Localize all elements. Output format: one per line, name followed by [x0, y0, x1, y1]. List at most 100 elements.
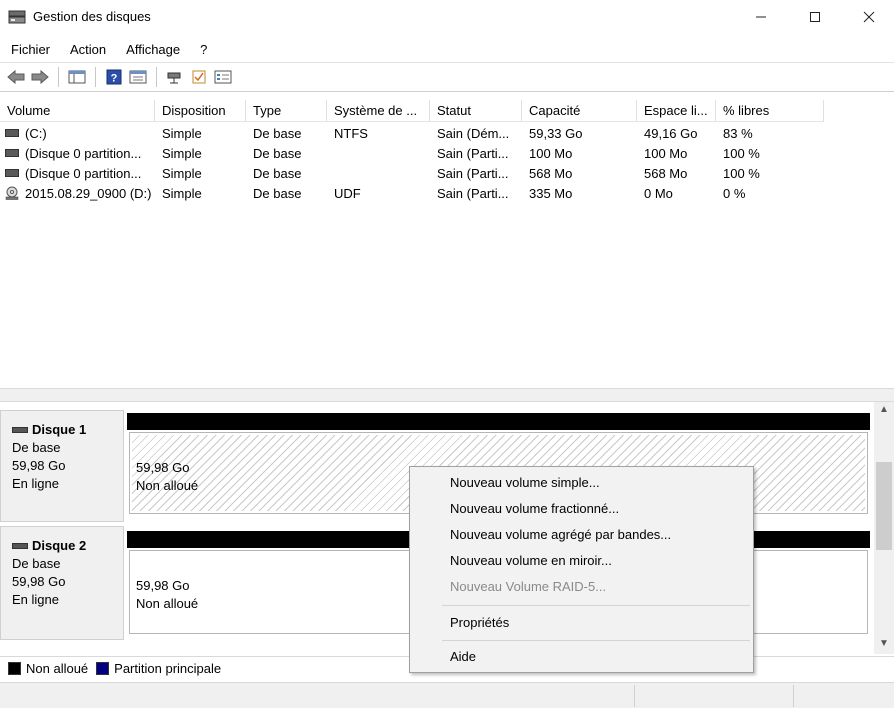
close-button[interactable]: [846, 0, 892, 34]
legend-label-primary: Partition principale: [114, 661, 222, 676]
connect-icon: [167, 72, 180, 84]
disk-map-scrollbar[interactable]: ▲ ▼: [874, 402, 894, 654]
properties-button[interactable]: [126, 66, 149, 88]
disk-1-size: 59,98 Go: [12, 458, 66, 473]
ctx-new-simple-volume[interactable]: Nouveau volume simple...: [450, 472, 600, 494]
ctx-help[interactable]: Aide: [450, 646, 476, 668]
volume-name: (Disque 0 partition...: [25, 145, 142, 161]
minimize-button[interactable]: [738, 0, 784, 34]
status-cell: Sain (Dém...: [437, 125, 510, 141]
settings-list-button[interactable]: [211, 66, 234, 88]
disk-2-size: 59,98 Go: [12, 574, 66, 589]
disk-1-label[interactable]: Disque 1 De base 59,98 Go En ligne: [0, 410, 124, 522]
forward-arrow-icon: [31, 69, 49, 85]
legend-label-unallocated: Non alloué: [26, 661, 89, 676]
forward-button[interactable]: [28, 66, 51, 88]
volume-cell: (Disque 0 partition...: [0, 146, 155, 161]
menu-help[interactable]: ?: [190, 38, 217, 60]
ctx-properties[interactable]: Propriétés: [450, 612, 509, 634]
type-cell: De base: [253, 165, 302, 181]
scroll-thumb[interactable]: [876, 462, 892, 550]
disk-1-name: Disque 1: [32, 422, 87, 437]
menu-bar: Fichier Action Affichage ?: [0, 38, 217, 60]
capacity-cell: 59,33 Go: [529, 125, 583, 141]
toolbar-separator: [95, 67, 96, 87]
back-arrow-icon: [6, 69, 24, 85]
scroll-up-button[interactable]: ▲: [874, 404, 894, 420]
check-icon: [192, 70, 205, 84]
status-divider: [793, 685, 794, 707]
status-bar: [0, 682, 894, 708]
disk-1-unallocated-bar: [127, 413, 870, 430]
disk-2-label[interactable]: Disque 2 De base 59,98 Go En ligne: [0, 526, 124, 640]
table-row[interactable]: (Disque 0 partition... Simple De base Sa…: [0, 143, 824, 163]
table-row[interactable]: (Disque 0 partition... Simple De base Sa…: [0, 163, 824, 183]
maximize-icon: [810, 12, 820, 22]
filesystem-cell: UDF: [334, 185, 361, 201]
svg-text:?: ?: [110, 73, 117, 85]
column-header-filesystem[interactable]: Système de ...: [327, 100, 430, 122]
legend-swatch-primary: [96, 662, 110, 675]
percent-free-cell: 100 %: [723, 145, 760, 161]
column-header-disposition[interactable]: Disposition: [155, 100, 246, 122]
status-cell: Sain (Parti...: [437, 185, 509, 201]
disk-2-kind: De base: [12, 556, 61, 571]
help-button[interactable]: ?: [102, 66, 125, 88]
ctx-new-raid5-volume: Nouveau Volume RAID-5...: [450, 579, 607, 594]
check-button[interactable]: [187, 66, 210, 88]
volume-list-header: Volume Disposition Type Système de ... S…: [0, 100, 824, 122]
column-header-status[interactable]: Statut: [430, 100, 522, 122]
table-row[interactable]: (C:) Simple De base NTFS Sain (Dém... 59…: [0, 123, 824, 143]
volume-name: (C:): [25, 125, 47, 141]
disk-2-title: Disque 2: [12, 537, 123, 555]
connect-button[interactable]: [163, 66, 186, 88]
back-button[interactable]: [4, 66, 27, 88]
type-cell: De base: [253, 125, 302, 141]
cd-drive-icon: [5, 186, 19, 200]
close-icon: [863, 11, 875, 23]
capacity-cell: 568 Mo: [529, 165, 573, 181]
menu-action[interactable]: Action: [60, 38, 116, 60]
ctx-new-mirrored-volume[interactable]: Nouveau volume en miroir...: [450, 550, 612, 572]
disk-2-state: En ligne: [12, 592, 59, 607]
percent-free-cell: 83 %: [723, 125, 753, 141]
volume-list-rows: (C:) Simple De base NTFS Sain (Dém... 59…: [0, 123, 824, 203]
status-cell: Sain (Parti...: [437, 145, 509, 161]
free-space-cell: 0 Mo: [644, 185, 673, 201]
title-bar: Gestion des disques: [0, 0, 894, 34]
toolbar-separator: [58, 67, 59, 87]
legend-swatch-unallocated: [8, 662, 21, 675]
menu-fichier[interactable]: Fichier: [0, 38, 60, 60]
disk-1-state: En ligne: [12, 476, 59, 491]
column-header-free-space[interactable]: Espace li...: [637, 100, 716, 122]
menu-affichage[interactable]: Affichage: [116, 38, 190, 60]
capacity-cell: 100 Mo: [529, 145, 573, 161]
maximize-button[interactable]: [792, 0, 838, 34]
legend-unallocated: Non alloué: [8, 661, 88, 676]
table-row[interactable]: 2015.08.29_0900 (D:) Simple De base UDF …: [0, 183, 824, 203]
column-header-capacity[interactable]: Capacité: [522, 100, 637, 122]
ctx-separator: [442, 605, 750, 606]
volume-name: 2015.08.29_0900 (D:): [25, 185, 152, 201]
status-cell: Sain (Parti...: [437, 165, 509, 181]
volume-cell: (Disque 0 partition...: [0, 166, 155, 181]
type-cell: De base: [253, 145, 302, 161]
minimize-icon: [756, 16, 766, 18]
scroll-down-button[interactable]: ▼: [874, 638, 894, 654]
disposition-cell: Simple: [162, 145, 202, 161]
percent-free-cell: 100 %: [723, 165, 760, 181]
column-header-percent-free[interactable]: % libres: [716, 100, 824, 122]
free-space-cell: 49,16 Go: [644, 125, 698, 141]
column-header-volume[interactable]: Volume: [0, 100, 155, 122]
volume-icon: [5, 129, 19, 137]
disk-management-app-icon: [8, 10, 26, 24]
disposition-cell: Simple: [162, 165, 202, 181]
console-tree-button[interactable]: [65, 66, 88, 88]
column-header-type[interactable]: Type: [246, 100, 327, 122]
percent-free-cell: 0 %: [723, 185, 746, 201]
window-title: Gestion des disques: [33, 9, 151, 24]
ctx-new-spanned-volume[interactable]: Nouveau volume fractionné...: [450, 498, 619, 520]
ctx-new-striped-volume[interactable]: Nouveau volume agrégé par bandes...: [450, 524, 671, 546]
pane-splitter[interactable]: [0, 388, 894, 402]
free-space-cell: 568 Mo: [644, 165, 688, 181]
